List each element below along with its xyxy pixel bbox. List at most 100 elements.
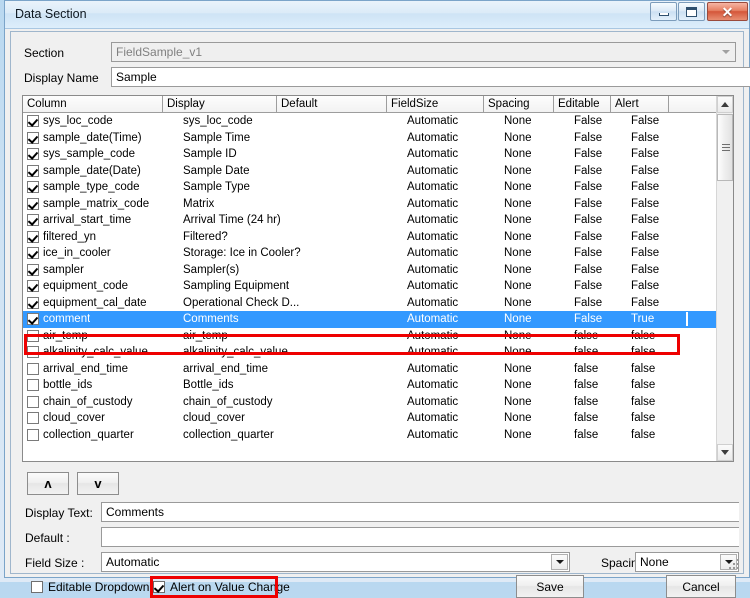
cell-fieldsize: Automatic <box>407 311 458 328</box>
row-checkbox-checked-icon[interactable] <box>27 313 39 325</box>
move-up-button[interactable]: ʌ <box>27 472 69 495</box>
section-dropdown[interactable]: FieldSample_v1 <box>111 42 736 62</box>
table-row[interactable]: air_tempair_tempAutomaticNonefalsefalse <box>23 328 718 345</box>
field-size-dropdown[interactable]: Automatic <box>101 552 570 572</box>
row-checkbox-checked-icon[interactable] <box>27 247 39 259</box>
table-row[interactable]: sample_type_codeSample TypeAutomaticNone… <box>23 179 718 196</box>
scrollbar-thumb[interactable] <box>717 114 733 181</box>
table-row[interactable]: filtered_ynFiltered?AutomaticNoneFalseFa… <box>23 229 718 246</box>
grid-vertical-scrollbar[interactable] <box>716 96 733 461</box>
row-checkbox-checked-icon[interactable] <box>27 165 39 177</box>
row-checkbox-checked-icon[interactable] <box>27 297 39 309</box>
row-checkbox-icon[interactable] <box>27 330 39 342</box>
cell-display: Sampler(s) <box>183 262 239 279</box>
table-row[interactable]: equipment_codeSampling EquipmentAutomati… <box>23 278 718 295</box>
row-checkbox-checked-icon[interactable] <box>27 132 39 144</box>
close-button[interactable]: ✕ <box>707 2 748 21</box>
scroll-down-button[interactable] <box>717 444 733 461</box>
cell-fieldsize: Automatic <box>407 130 458 147</box>
maximize-button[interactable] <box>678 2 705 21</box>
row-checkbox-icon[interactable] <box>27 412 39 424</box>
cell-fieldsize: Automatic <box>407 328 458 345</box>
cell-display: sys_loc_code <box>183 113 253 130</box>
selection-caret <box>686 312 688 326</box>
cell-fieldsize: Automatic <box>407 377 458 394</box>
table-row[interactable]: commentCommentsAutomaticNoneFalseTrue <box>23 311 718 328</box>
row-checkbox-checked-icon[interactable] <box>27 214 39 226</box>
table-row[interactable]: arrival_start_timeArrival Time (24 hr)Au… <box>23 212 718 229</box>
display-name-label: Display Name <box>24 71 99 85</box>
table-row[interactable]: alkalinity_calc_valuealkalinity_calc_val… <box>23 344 718 361</box>
row-checkbox-icon[interactable] <box>27 363 39 375</box>
cell-editable: False <box>574 113 602 130</box>
cell-column: equipment_cal_date <box>43 295 147 312</box>
editable-dropdown-checkbox[interactable]: Editable Dropdown <box>31 580 149 594</box>
data-section-window: Data Section ✕ Section FieldSample_v1 Di… <box>4 0 750 578</box>
display-text-value: Comments <box>106 505 164 519</box>
cell-spacing: None <box>504 311 532 328</box>
spacing-dropdown[interactable]: None <box>635 552 739 572</box>
cell-editable: false <box>574 344 598 361</box>
header-display[interactable]: Display <box>163 96 277 113</box>
cell-display: Storage: Ice in Cooler? <box>183 245 301 262</box>
scroll-up-button[interactable] <box>717 96 733 113</box>
table-row[interactable]: sys_loc_codesys_loc_codeAutomaticNoneFal… <box>23 113 718 130</box>
display-name-input[interactable]: Sample <box>111 67 750 87</box>
header-editable[interactable]: Editable <box>554 96 611 113</box>
header-fieldsize[interactable]: FieldSize <box>387 96 484 113</box>
row-checkbox-checked-icon[interactable] <box>27 231 39 243</box>
row-checkbox-checked-icon[interactable] <box>27 198 39 210</box>
table-row[interactable]: sample_matrix_codeMatrixAutomaticNoneFal… <box>23 196 718 213</box>
title-bar: Data Section ✕ <box>5 1 749 29</box>
header-alert[interactable]: Alert <box>611 96 669 113</box>
table-row[interactable]: arrival_end_timearrival_end_timeAutomati… <box>23 361 718 378</box>
move-down-button[interactable]: ᴠ <box>77 472 119 495</box>
resize-grip-icon[interactable] <box>728 558 741 571</box>
table-row[interactable]: equipment_cal_dateOperational Check D...… <box>23 295 718 312</box>
table-row[interactable]: cloud_covercloud_coverAutomaticNonefalse… <box>23 410 718 427</box>
columns-grid[interactable]: Column Display Default FieldSize Spacing… <box>22 95 734 462</box>
cell-fieldsize: Automatic <box>407 278 458 295</box>
row-checkbox-checked-icon[interactable] <box>27 115 39 127</box>
cell-alert: False <box>631 295 659 312</box>
display-text-input[interactable]: Comments <box>101 502 739 522</box>
table-row[interactable]: bottle_idsBottle_idsAutomaticNonefalsefa… <box>23 377 718 394</box>
cell-display: Sample Date <box>183 163 249 180</box>
table-row[interactable]: ice_in_coolerStorage: Ice in Cooler?Auto… <box>23 245 718 262</box>
cancel-button[interactable]: Cancel <box>666 575 736 598</box>
row-checkbox-icon[interactable] <box>27 429 39 441</box>
minimize-button[interactable] <box>650 2 677 21</box>
row-checkbox-icon[interactable] <box>27 379 39 391</box>
row-checkbox-checked-icon[interactable] <box>27 280 39 292</box>
checkbox-icon[interactable] <box>31 581 43 593</box>
table-row[interactable]: samplerSampler(s)AutomaticNoneFalseFalse <box>23 262 718 279</box>
header-default[interactable]: Default <box>277 96 387 113</box>
save-button[interactable]: Save <box>516 575 584 598</box>
table-row[interactable]: sys_sample_codeSample IDAutomaticNoneFal… <box>23 146 718 163</box>
cell-alert: false <box>631 427 655 444</box>
cell-fieldsize: Automatic <box>407 212 458 229</box>
row-checkbox-icon[interactable] <box>27 346 39 358</box>
alert-on-value-change-checkbox[interactable]: Alert on Value Change <box>153 580 290 594</box>
chevron-down-icon[interactable] <box>551 554 568 570</box>
row-checkbox-checked-icon[interactable] <box>27 181 39 193</box>
cell-editable: false <box>574 394 598 411</box>
cell-fieldsize: Automatic <box>407 196 458 213</box>
chevron-down-icon[interactable] <box>717 44 734 60</box>
table-row[interactable]: chain_of_custodychain_of_custodyAutomati… <box>23 394 718 411</box>
cell-spacing: None <box>504 245 532 262</box>
cell-editable: False <box>574 130 602 147</box>
default-input[interactable] <box>101 527 739 547</box>
header-column[interactable]: Column <box>23 96 163 113</box>
editable-dropdown-label: Editable Dropdown <box>48 580 149 594</box>
row-checkbox-checked-icon[interactable] <box>27 148 39 160</box>
checkbox-checked-icon[interactable] <box>153 581 165 593</box>
row-checkbox-checked-icon[interactable] <box>27 264 39 276</box>
table-row[interactable]: sample_date(Date)Sample DateAutomaticNon… <box>23 163 718 180</box>
table-row[interactable]: sample_date(Time)Sample TimeAutomaticNon… <box>23 130 718 147</box>
table-row[interactable]: collection_quartercollection_quarterAuto… <box>23 427 718 444</box>
cell-display: Bottle_ids <box>183 377 234 394</box>
row-checkbox-icon[interactable] <box>27 396 39 408</box>
field-size-label: Field Size : <box>25 556 84 570</box>
header-spacing[interactable]: Spacing <box>484 96 554 113</box>
